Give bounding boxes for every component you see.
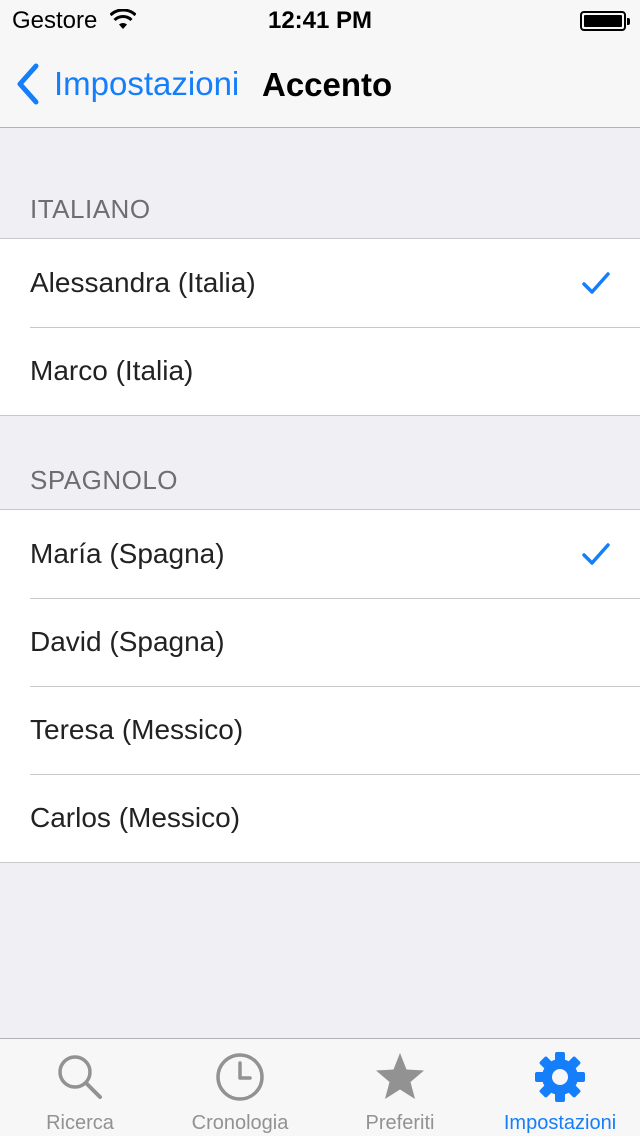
- voice-label: María (Spagna): [30, 538, 225, 569]
- tab-cronologia[interactable]: Cronologia: [160, 1039, 320, 1136]
- checkmark-icon: [582, 272, 610, 294]
- star-icon: [376, 1053, 424, 1099]
- voice-label: David (Spagna): [30, 626, 225, 657]
- voice-label: Alessandra (Italia): [30, 267, 256, 298]
- tab-ricerca[interactable]: Ricerca: [0, 1039, 160, 1136]
- tab-preferiti[interactable]: Preferiti: [320, 1039, 480, 1136]
- tab-label: Preferiti: [365, 1112, 435, 1134]
- voice-row-marco[interactable]: Marco (Italia): [0, 327, 640, 415]
- tab-impostazioni[interactable]: Impostazioni: [480, 1039, 640, 1136]
- tab-bar: Ricerca Cronologia Preferiti Impostazion…: [0, 1038, 640, 1136]
- voice-group-spagnolo: María (Spagna) David (Spagna) Teresa (Me…: [0, 509, 640, 863]
- tab-label: Cronologia: [191, 1112, 289, 1134]
- back-button-label: Impostazioni: [54, 65, 240, 102]
- voice-group-italiano: Alessandra (Italia) Marco (Italia): [0, 238, 640, 416]
- checkmark-icon: [582, 543, 610, 565]
- search-icon: [58, 1055, 102, 1099]
- battery-icon: [580, 11, 630, 31]
- gear-icon: [535, 1052, 585, 1102]
- tab-label: Impostazioni: [503, 1112, 617, 1134]
- clock-icon: [216, 1053, 264, 1101]
- section-header-italiano: ITALIANO: [30, 194, 151, 224]
- voice-label: Marco (Italia): [30, 355, 194, 386]
- voice-row-maria[interactable]: María (Spagna): [0, 510, 640, 598]
- voice-row-carlos[interactable]: Carlos (Messico): [0, 774, 640, 862]
- voice-row-alessandra[interactable]: Alessandra (Italia): [0, 239, 640, 327]
- voice-label: Teresa (Messico): [30, 714, 244, 745]
- voice-row-teresa[interactable]: Teresa (Messico): [0, 686, 640, 774]
- back-button[interactable]: Impostazioni: [14, 62, 239, 106]
- clock-time: 12:41 PM: [267, 7, 373, 34]
- voice-label: Carlos (Messico): [30, 802, 241, 833]
- tab-label: Ricerca: [46, 1112, 114, 1134]
- voice-row-david[interactable]: David (Spagna): [0, 598, 640, 686]
- screen: Gestore 12:41 PM Impostazioni Accento IT…: [0, 0, 640, 1136]
- section-header-spagnolo: SPAGNOLO: [30, 465, 179, 495]
- navigation-bar: Impostazioni Accento: [0, 40, 640, 128]
- page-title: Accento: [262, 66, 393, 103]
- chevron-left-icon: [17, 63, 39, 105]
- status-bar: Gestore 12:41 PM: [0, 0, 640, 40]
